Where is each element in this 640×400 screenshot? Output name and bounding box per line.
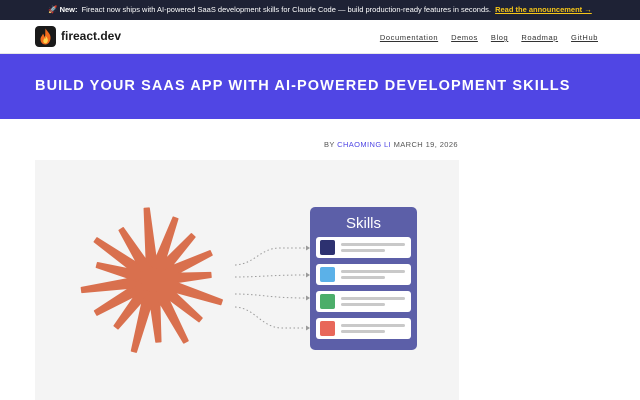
byline-prefix: BY — [323, 140, 335, 149]
announcement-text: Fireact now ships with AI-powered SaaS d… — [81, 5, 491, 14]
arrow-4 — [234, 306, 305, 329]
nav-github[interactable]: GitHub — [571, 33, 598, 43]
dotted-arrows — [234, 247, 306, 329]
rocket-icon: 🚀 — [48, 5, 58, 14]
top-navbar: fireact.dev Documentation Demos Blog Roa… — [0, 20, 640, 54]
skill-swatch-1 — [320, 240, 335, 255]
arrow-3 — [234, 293, 306, 299]
starburst-icon — [80, 207, 223, 353]
skill-swatch-4 — [320, 321, 335, 336]
nav-demos[interactable]: Demos — [451, 33, 478, 43]
hero-banner: BUILD YOUR SAAS APP WITH AI-POWERED DEVE… — [0, 54, 640, 119]
nav-documentation[interactable]: Documentation — [380, 33, 438, 43]
post-date: MARCH 19, 2026 — [393, 140, 458, 149]
hero-illustration: Skills — [35, 160, 459, 400]
main-nav: Documentation Demos Blog Roadmap GitHub — [380, 33, 598, 43]
announcement-bar: 🚀 New: Fireact now ships with AI-powered … — [0, 0, 640, 20]
announcement-badge: New: — [59, 5, 78, 14]
author-link[interactable]: CHAOMING LI — [337, 140, 391, 149]
nav-blog[interactable]: Blog — [491, 33, 508, 43]
post-byline: BY CHAOMING LI MARCH 19, 2026 — [324, 140, 458, 149]
arrow-1 — [234, 247, 305, 266]
skills-panel-title: Skills — [346, 215, 381, 232]
skills-panel: Skills — [310, 207, 417, 350]
starburst-core — [141, 268, 165, 292]
nav-roadmap[interactable]: Roadmap — [521, 33, 558, 43]
brand-name[interactable]: fireact.dev — [61, 29, 121, 43]
skill-swatch-2 — [320, 267, 335, 282]
arrow-heads — [306, 245, 310, 331]
announcement-link[interactable]: Read the announcement → — [495, 5, 592, 14]
page-title: BUILD YOUR SAAS APP WITH AI-POWERED DEVE… — [35, 78, 571, 94]
skill-swatch-3 — [320, 294, 335, 309]
arrow-2 — [234, 274, 306, 278]
skills-diagram: Skills — [80, 207, 417, 353]
flame-icon[interactable] — [35, 26, 56, 47]
